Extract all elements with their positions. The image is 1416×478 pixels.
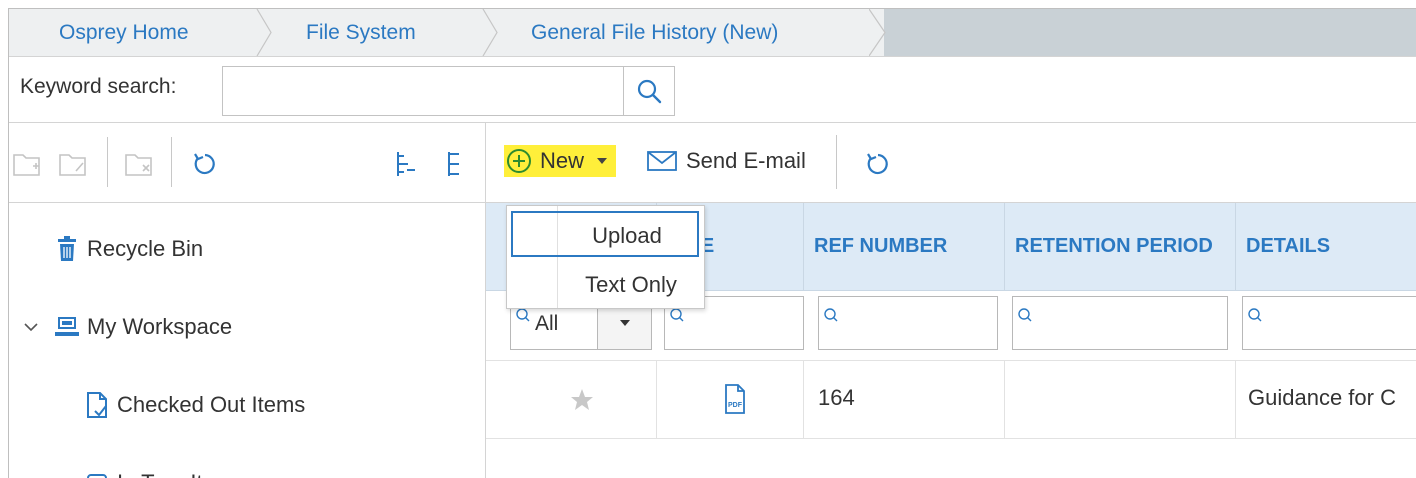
caret-down-icon[interactable] bbox=[594, 155, 610, 167]
breadcrumb-separator bbox=[869, 9, 886, 56]
ref-number-cell: 164 bbox=[818, 385, 855, 410]
tree-item-label: Recycle Bin bbox=[87, 236, 204, 261]
file-toolbar: New Send E-mail bbox=[486, 123, 1416, 203]
menu-item-text-only[interactable]: Text Only bbox=[507, 260, 704, 308]
folder-toolbar bbox=[9, 123, 485, 203]
menu-item-label: Text Only bbox=[585, 272, 677, 297]
new-dropdown-menu: Upload Text Only bbox=[506, 205, 705, 309]
search-icon bbox=[637, 79, 662, 104]
tree-item-recycle-bin[interactable]: Recycle Bin bbox=[53, 235, 203, 263]
delete-folder-icon[interactable] bbox=[123, 149, 155, 179]
workspace-icon bbox=[53, 313, 81, 341]
breadcrumb: Osprey Home File System General File His… bbox=[9, 9, 1416, 57]
refresh-icon[interactable] bbox=[862, 148, 894, 180]
column-divider bbox=[1235, 203, 1236, 291]
keyword-search-row: Keyword search: bbox=[9, 57, 1416, 123]
add-circle-icon bbox=[507, 149, 531, 173]
menu-item-label: Upload bbox=[592, 223, 662, 248]
filter-all-label: All bbox=[535, 312, 559, 335]
menu-item-upload[interactable]: Upload bbox=[511, 211, 699, 257]
cell-divider bbox=[803, 361, 804, 439]
table-row[interactable]: PDF 164 Guidance for C bbox=[486, 361, 1416, 439]
pdf-icon[interactable]: PDF bbox=[720, 383, 750, 415]
details-filter-input[interactable] bbox=[1242, 296, 1416, 350]
breadcrumb-file-system[interactable]: File System bbox=[306, 9, 416, 56]
cell-divider bbox=[656, 361, 657, 439]
search-icon bbox=[516, 308, 530, 322]
tree-item-my-workspace[interactable]: My Workspace bbox=[21, 313, 232, 341]
tree-item-checked-out-items[interactable]: Checked Out Items bbox=[83, 391, 305, 419]
column-divider bbox=[803, 203, 804, 291]
app-frame: Osprey Home File System General File His… bbox=[8, 8, 1416, 478]
tree-item-in-tray-items[interactable]: In Tray Items bbox=[83, 469, 244, 478]
tree-item-label: In Tray Items bbox=[117, 470, 244, 478]
breadcrumb-separator bbox=[256, 9, 272, 56]
send-email-button[interactable]: Send E-mail bbox=[646, 143, 806, 179]
new-button[interactable]: New bbox=[504, 145, 617, 177]
tree-item-label: My Workspace bbox=[87, 314, 233, 339]
collapse-all-icon[interactable] bbox=[440, 148, 468, 180]
keyword-search-input[interactable] bbox=[222, 66, 624, 116]
search-icon bbox=[1018, 308, 1032, 322]
retention-period-filter-input[interactable] bbox=[1012, 296, 1228, 350]
star-icon[interactable] bbox=[566, 385, 598, 415]
search-icon bbox=[670, 308, 684, 322]
send-email-label: Send E-mail bbox=[686, 148, 806, 173]
column-header-retention-period[interactable]: RETENTION PERIOD bbox=[1015, 203, 1213, 291]
new-folder-icon[interactable] bbox=[11, 149, 43, 179]
breadcrumb-separator bbox=[482, 9, 498, 56]
tree-item-label: Checked Out Items bbox=[117, 392, 306, 417]
svg-text:PDF: PDF bbox=[728, 402, 743, 409]
breadcrumb-osprey-home[interactable]: Osprey Home bbox=[59, 9, 189, 56]
column-divider bbox=[1004, 203, 1005, 291]
refresh-icon[interactable] bbox=[189, 148, 221, 180]
envelope-icon bbox=[647, 151, 677, 171]
details-cell: Guidance for C bbox=[1248, 385, 1396, 410]
in-tray-icon bbox=[83, 469, 111, 478]
checked-out-icon bbox=[83, 391, 111, 419]
search-button[interactable] bbox=[623, 66, 675, 116]
toolbar-separator bbox=[171, 137, 172, 187]
new-button-label: New bbox=[540, 148, 585, 173]
toolbar-separator bbox=[107, 137, 108, 187]
breadcrumb-fill bbox=[884, 9, 1416, 56]
edit-folder-icon[interactable] bbox=[57, 149, 89, 179]
column-header-ref-number[interactable]: REF NUMBER bbox=[814, 203, 947, 291]
folder-tree-pane: Recycle Bin My Workspace Checked Out Ite… bbox=[9, 123, 486, 478]
chevron-down-icon[interactable] bbox=[21, 313, 41, 341]
recycle-bin-icon bbox=[53, 235, 81, 263]
expand-all-icon[interactable] bbox=[392, 148, 420, 180]
caret-down-icon bbox=[619, 320, 630, 326]
search-icon bbox=[824, 308, 838, 322]
ref-number-filter-input[interactable] bbox=[818, 296, 998, 350]
search-icon bbox=[1248, 308, 1262, 322]
toolbar-separator bbox=[836, 135, 837, 189]
column-header-details[interactable]: DETAILS bbox=[1246, 203, 1330, 291]
breadcrumb-general-file-history[interactable]: General File History (New) bbox=[531, 9, 778, 56]
keyword-search-label: Keyword search: bbox=[20, 75, 177, 98]
cell-divider bbox=[1235, 361, 1236, 439]
cell-divider bbox=[1004, 361, 1005, 439]
